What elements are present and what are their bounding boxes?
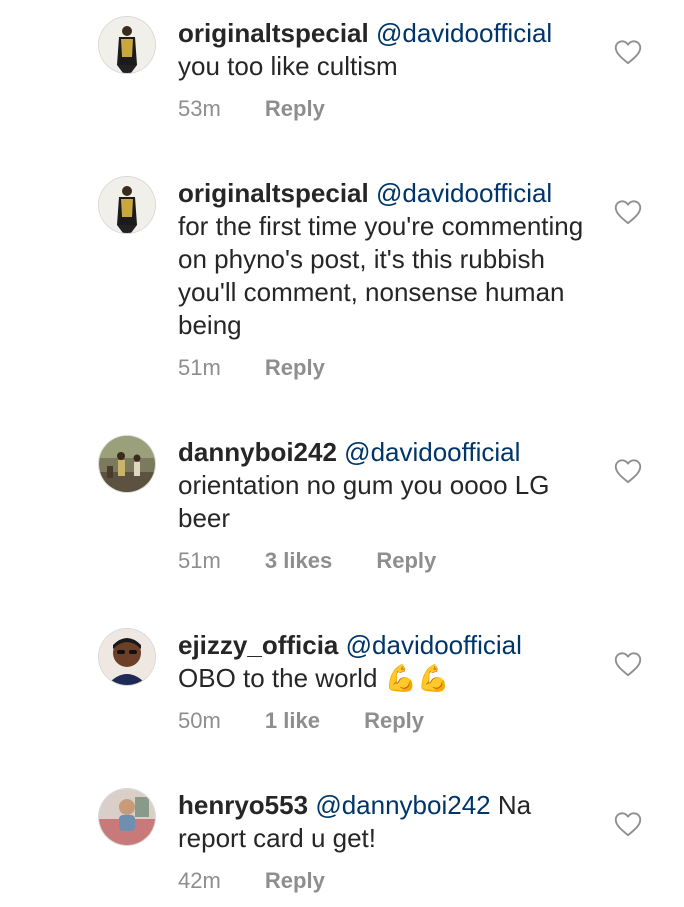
comment-body: OBO to the world xyxy=(178,663,378,693)
heart-icon[interactable] xyxy=(614,39,642,65)
comment-meta: 51m 3 likes Reply xyxy=(178,548,436,574)
reply-button[interactable]: Reply xyxy=(265,355,325,381)
avatar[interactable] xyxy=(99,17,155,73)
comment-mention[interactable]: @davidoofficial xyxy=(344,437,520,467)
heart-icon[interactable] xyxy=(614,199,642,225)
comment-mention[interactable]: @davidoofficial xyxy=(346,630,522,660)
comment-username[interactable]: henryo553 xyxy=(178,790,308,820)
comment-text: originaltspecial @davidoofficial for the… xyxy=(178,177,598,342)
avatar[interactable] xyxy=(99,177,155,233)
comment-mention[interactable]: @davidoofficial xyxy=(376,18,552,48)
reply-button[interactable]: Reply xyxy=(376,548,436,574)
comment-mention[interactable]: @davidoofficial xyxy=(376,178,552,208)
comment-body: you too like cultism xyxy=(178,51,398,81)
comment-time: 42m xyxy=(178,868,221,893)
comment-body: orientation no gum you oooo LG beer xyxy=(178,470,550,533)
comment-meta: 53m Reply xyxy=(178,96,325,122)
comment-meta: 42m Reply xyxy=(178,868,325,894)
comment-username[interactable]: ejizzy_officia xyxy=(178,630,338,660)
avatar[interactable] xyxy=(99,436,155,492)
likes-count[interactable]: 3 likes xyxy=(265,548,332,574)
comment-meta: 50m 1 like Reply xyxy=(178,708,424,734)
comment-meta: 51m Reply xyxy=(178,355,325,381)
comment-time: 51m xyxy=(178,548,221,573)
comment-text: originaltspecial @davidoofficial you too… xyxy=(178,17,598,83)
reply-button[interactable]: Reply xyxy=(364,708,424,734)
comment-username[interactable]: originaltspecial xyxy=(178,178,369,208)
comment-username[interactable]: originaltspecial xyxy=(178,18,369,48)
heart-icon[interactable] xyxy=(614,811,642,837)
reply-button[interactable]: Reply xyxy=(265,868,325,894)
comment-username[interactable]: dannyboi242 xyxy=(178,437,337,467)
flexed-biceps-emoji: 💪💪 xyxy=(384,663,450,693)
comment-text: henryo553 @dannyboi242 Na report card u … xyxy=(178,789,598,855)
comment-body: for the first time you're commenting on … xyxy=(178,211,584,340)
comment-text: dannyboi242 @davidoofficial orientation … xyxy=(178,436,598,535)
reply-button[interactable]: Reply xyxy=(265,96,325,122)
avatar[interactable] xyxy=(99,789,155,845)
heart-icon[interactable] xyxy=(614,651,642,677)
comment-mention[interactable]: @dannyboi242 xyxy=(315,790,490,820)
likes-count[interactable]: 1 like xyxy=(265,708,320,734)
comment-time: 51m xyxy=(178,355,221,380)
comment-text: ejizzy_officia @davidoofficial OBO to th… xyxy=(178,629,598,695)
comment-time: 50m xyxy=(178,708,221,733)
avatar[interactable] xyxy=(99,629,155,685)
comment-time: 53m xyxy=(178,96,221,121)
heart-icon[interactable] xyxy=(614,458,642,484)
